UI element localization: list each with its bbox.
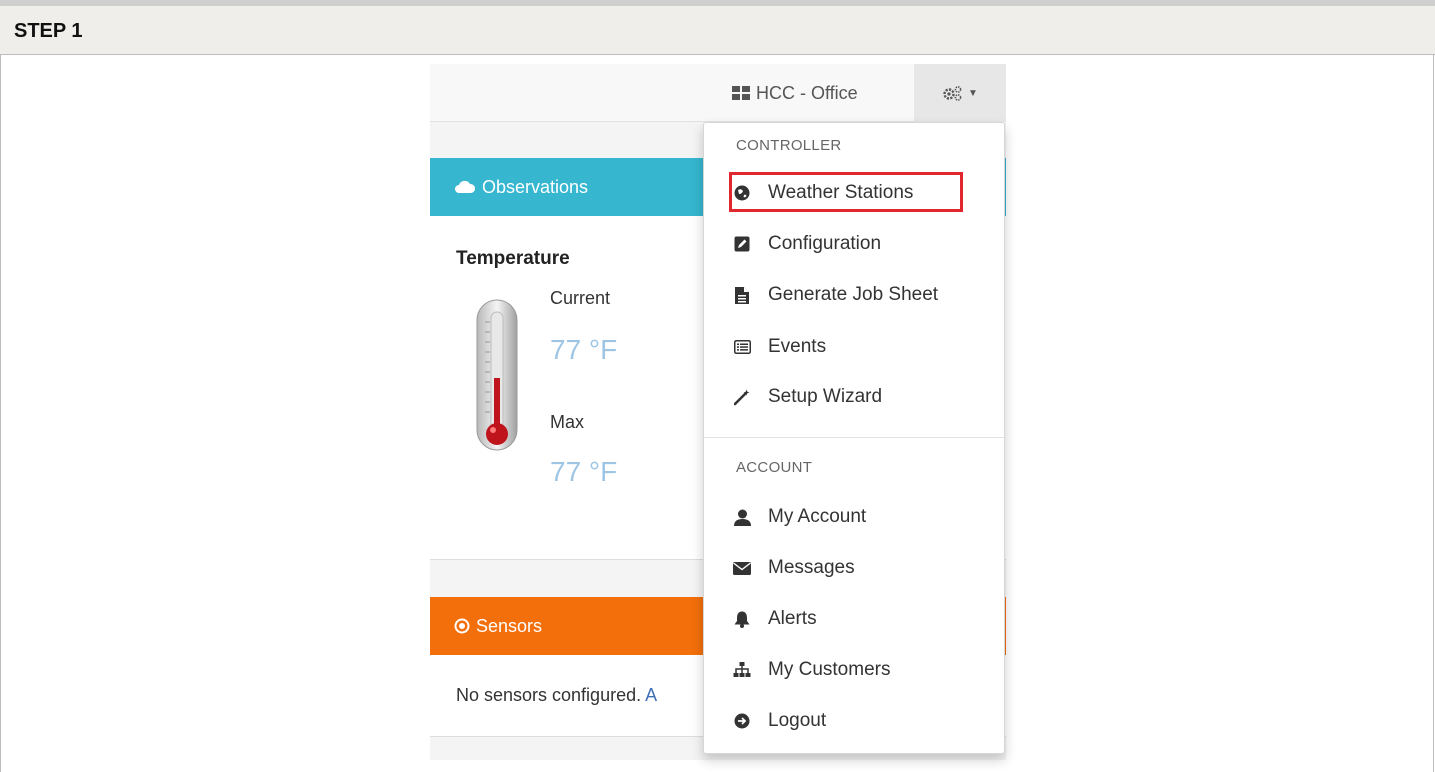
thermometer-icon bbox=[476, 299, 518, 451]
account-header: ACCOUNT bbox=[736, 459, 813, 476]
temperature-heading: Temperature bbox=[456, 248, 570, 269]
edit-icon bbox=[732, 236, 752, 252]
menu-item-label: Generate Job Sheet bbox=[768, 284, 939, 305]
site-selector[interactable]: HCC - Office bbox=[732, 78, 858, 108]
current-label: Current bbox=[550, 288, 611, 308]
sensors-title: Sensors bbox=[476, 615, 543, 636]
settings-menu-toggle[interactable]: ▼ bbox=[914, 64, 1006, 122]
observations-title: Observations bbox=[482, 176, 589, 197]
file-text-icon bbox=[732, 286, 752, 304]
menu-item-label: Setup Wizard bbox=[768, 386, 883, 407]
caret-down-icon: ▼ bbox=[968, 87, 978, 99]
controller-header: CONTROLLER bbox=[736, 137, 842, 154]
frame-border-left bbox=[0, 55, 1, 772]
menu-item-label: My Account bbox=[768, 506, 867, 527]
bell-icon bbox=[732, 611, 752, 628]
sensors-empty-message: No sensors configured. A bbox=[456, 685, 657, 706]
step-header: STEP 1 bbox=[0, 6, 1435, 55]
magic-wand-icon bbox=[732, 389, 752, 406]
max-value: 77 °F bbox=[550, 456, 618, 487]
cloud-icon bbox=[455, 180, 476, 193]
menu-item-label: My Customers bbox=[768, 659, 891, 680]
sign-out-icon bbox=[732, 713, 752, 729]
highlight-box bbox=[729, 172, 963, 212]
menu-item-label: Configuration bbox=[768, 233, 882, 254]
current-value: 77 °F bbox=[550, 334, 618, 365]
cogs-icon bbox=[943, 86, 962, 101]
sensors-empty-text: No sensors configured. bbox=[456, 685, 642, 705]
menu-item-messages[interactable]: Messages bbox=[732, 552, 855, 584]
sitemap-icon bbox=[732, 662, 752, 678]
menu-item-configuration[interactable]: Configuration bbox=[732, 228, 881, 260]
th-large-icon bbox=[732, 86, 750, 100]
menu-item-label: Messages bbox=[768, 557, 855, 578]
max-label: Max bbox=[550, 412, 585, 432]
menu-item-my-account[interactable]: My Account bbox=[732, 501, 866, 533]
menu-item-my-customers[interactable]: My Customers bbox=[732, 654, 890, 686]
menu-item-alerts[interactable]: Alerts bbox=[732, 603, 817, 635]
step-title: STEP 1 bbox=[14, 20, 83, 42]
site-label: HCC - Office bbox=[756, 82, 858, 103]
menu-item-label: Alerts bbox=[768, 608, 817, 629]
menu-item-events[interactable]: Events bbox=[732, 331, 826, 363]
menu-item-label: Logout bbox=[768, 710, 827, 731]
menu-item-logout[interactable]: Logout bbox=[732, 705, 826, 737]
user-icon bbox=[732, 509, 752, 526]
list-alt-icon bbox=[732, 340, 752, 354]
menu-item-generate-job-sheet[interactable]: Generate Job Sheet bbox=[732, 279, 938, 311]
dot-circle-icon bbox=[454, 618, 470, 634]
menu-divider bbox=[704, 437, 1004, 438]
menu-item-label: Events bbox=[768, 336, 827, 357]
settings-dropdown-menu: CONTROLLER Weather Stations Configuratio… bbox=[703, 122, 1005, 754]
add-sensor-link[interactable]: A bbox=[645, 685, 657, 705]
menu-item-setup-wizard[interactable]: Setup Wizard bbox=[732, 381, 882, 413]
navbar: HCC - Office ▼ bbox=[430, 64, 1006, 122]
frame-border-right bbox=[1433, 55, 1434, 772]
envelope-icon bbox=[732, 561, 752, 575]
